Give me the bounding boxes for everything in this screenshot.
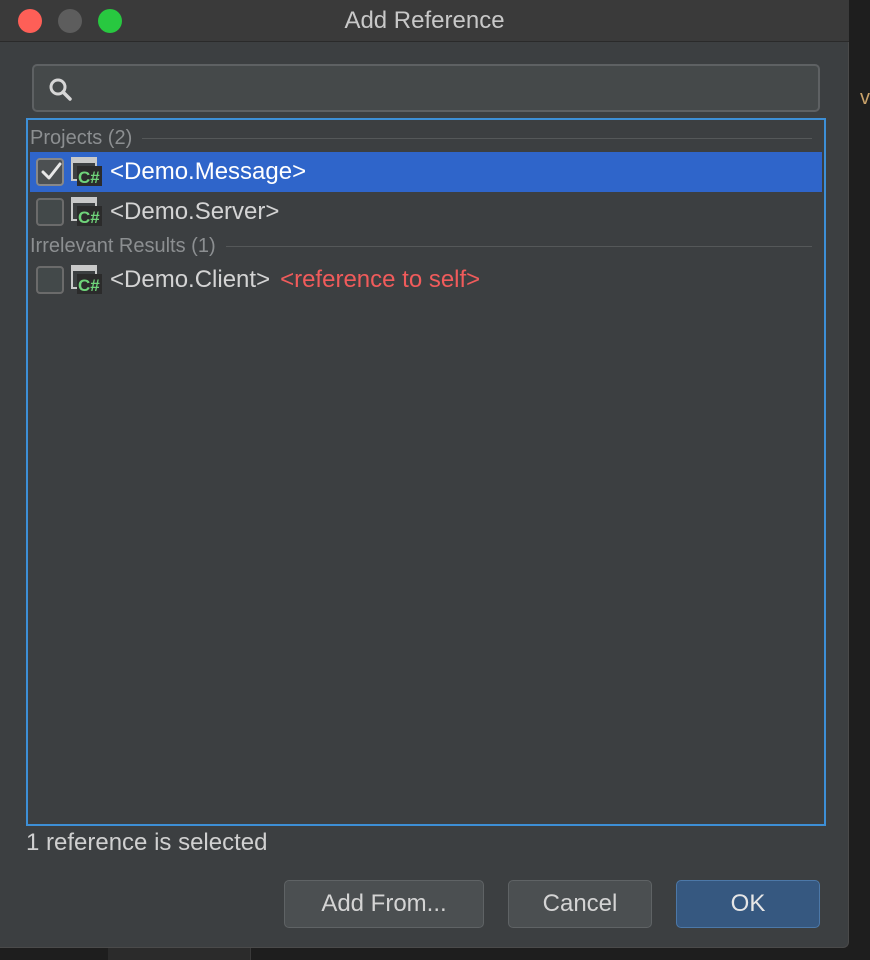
csharp-project-icon: C#	[71, 157, 102, 187]
svg-text:C#: C#	[78, 168, 100, 187]
background-panel	[108, 948, 251, 960]
project-name: <Demo.Server>	[110, 198, 280, 225]
selection-status: 1 reference is selected	[26, 829, 268, 856]
csharp-project-icon: C#	[71, 197, 102, 227]
checkmark-icon	[41, 162, 62, 180]
ok-button[interactable]: OK	[676, 880, 820, 928]
dialog-title: Add Reference	[344, 7, 505, 34]
search-icon	[49, 78, 72, 101]
list-item[interactable]: C# <Demo.Message>	[30, 152, 822, 192]
svg-text:C#: C#	[78, 276, 100, 295]
search-input[interactable]	[84, 68, 808, 110]
background-text-fragment: v	[860, 87, 870, 109]
reference-checkbox[interactable]	[36, 198, 64, 226]
project-name: <Demo.Client>	[110, 266, 271, 293]
reference-list[interactable]: Projects (2) C# <Demo.Message> C# <Demo.…	[26, 118, 826, 826]
self-reference-warning: <reference to self>	[280, 266, 481, 293]
add-reference-dialog: Add Reference Projects (2) C# <Demo.Mess…	[0, 0, 849, 948]
group-header-irrelevant-results: Irrelevant Results (1)	[30, 230, 820, 262]
search-box[interactable]	[32, 64, 820, 112]
group-divider	[30, 138, 812, 139]
reference-checkbox[interactable]	[36, 158, 64, 186]
add-from-button[interactable]: Add From...	[284, 880, 484, 928]
list-item[interactable]: C# <Demo.Server>	[30, 192, 822, 232]
group-label: Projects (2)	[30, 122, 143, 154]
title-bar: Add Reference	[0, 0, 849, 42]
reference-checkbox[interactable]	[36, 266, 64, 294]
cancel-button[interactable]: Cancel	[508, 880, 652, 928]
list-item[interactable]: C# <Demo.Client> <reference to self>	[30, 260, 822, 300]
project-name-wrapper: <Demo.Client> <reference to self>	[110, 260, 480, 300]
svg-text:C#: C#	[78, 208, 100, 227]
group-label: Irrelevant Results (1)	[30, 230, 226, 262]
project-name: <Demo.Message>	[110, 158, 307, 185]
group-header-projects: Projects (2)	[30, 122, 820, 154]
csharp-project-icon: C#	[71, 265, 102, 295]
